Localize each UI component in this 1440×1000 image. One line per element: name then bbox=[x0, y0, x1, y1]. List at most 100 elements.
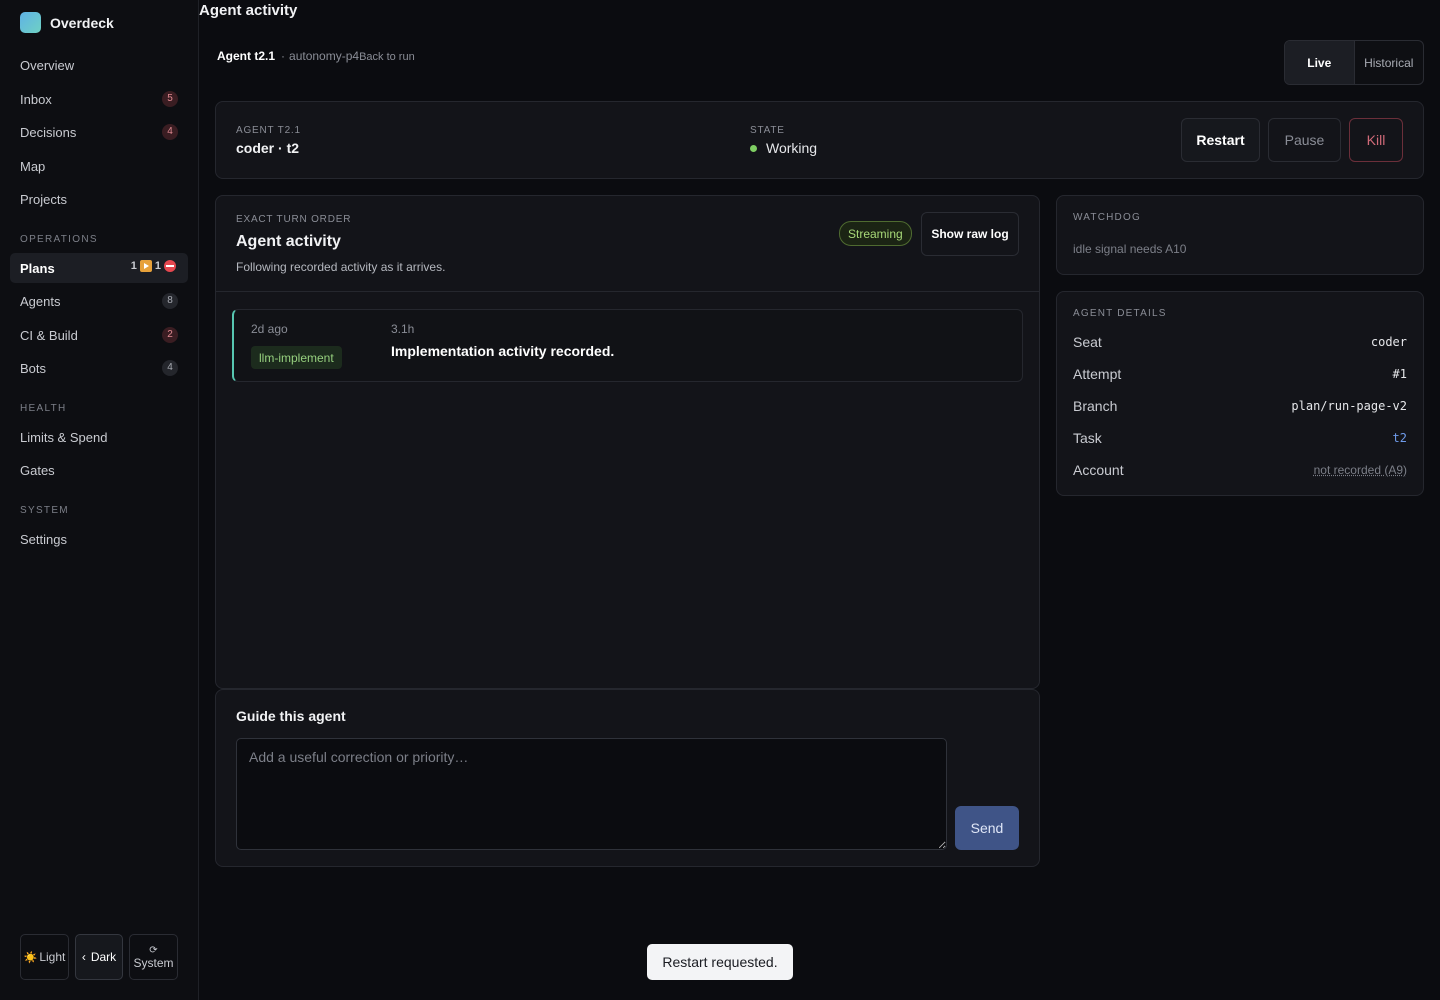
agent-details-card: AGENT DETAILS Seat coder Attempt #1 Bran… bbox=[1056, 291, 1424, 496]
event-description: Implementation activity recorded. bbox=[391, 343, 615, 359]
restart-button[interactable]: Restart bbox=[1181, 118, 1260, 162]
kill-button[interactable]: Kill bbox=[1349, 118, 1403, 162]
detail-key: Branch bbox=[1073, 398, 1118, 414]
ci-build-count-badge: 2 bbox=[162, 327, 178, 343]
plans-status: 1 1 bbox=[131, 260, 176, 272]
blocked-icon bbox=[164, 260, 176, 272]
brand[interactable]: Overdeck bbox=[20, 12, 114, 33]
sidebar-item-map[interactable]: Map bbox=[10, 151, 188, 181]
sidebar-item-label: Settings bbox=[20, 531, 67, 547]
breadcrumb: Agent t2.1 · autonomy-p4 Back to run bbox=[217, 49, 415, 63]
sun-icon: ☀️ bbox=[23, 951, 38, 964]
agent-role-value: coder · t2 bbox=[236, 140, 300, 156]
sidebar-item-label: Overview bbox=[20, 57, 75, 73]
moon-icon: ‹ bbox=[81, 950, 86, 964]
bots-count-badge: 4 bbox=[162, 360, 178, 376]
state-value: Working bbox=[750, 140, 817, 156]
plans-blocked-count: 1 bbox=[154, 260, 161, 272]
breadcrumb-agent: Agent t2.1 bbox=[217, 49, 276, 63]
overdeck-logo-icon bbox=[20, 12, 41, 33]
show-raw-log-button[interactable]: Show raw log bbox=[921, 212, 1019, 256]
watchdog-text: idle signal needs A10 bbox=[1073, 242, 1187, 256]
detail-row-account: Account not recorded (A9) bbox=[1073, 462, 1407, 478]
sidebar-item-settings[interactable]: Settings bbox=[10, 524, 188, 554]
agent-details-label: AGENT DETAILS bbox=[1073, 308, 1167, 319]
sidebar-item-label: CI & Build bbox=[20, 327, 78, 343]
detail-row-attempt: Attempt #1 bbox=[1073, 366, 1407, 382]
task-link[interactable]: t2 bbox=[1393, 431, 1407, 445]
activity-title: Agent activity bbox=[236, 233, 341, 250]
sidebar: Overdeck Overview Inbox 5 Decisions 4 Ma… bbox=[0, 0, 199, 1000]
event-duration: 3.1h bbox=[391, 322, 415, 336]
brand-name: Overdeck bbox=[50, 14, 114, 31]
send-button[interactable]: Send bbox=[955, 806, 1019, 850]
event-type-tag: llm-implement bbox=[251, 346, 342, 369]
sidebar-item-label: Map bbox=[20, 158, 46, 174]
sidebar-item-gates[interactable]: Gates bbox=[10, 455, 188, 485]
guide-input[interactable] bbox=[236, 738, 947, 850]
state-dot-icon bbox=[750, 144, 757, 152]
sidebar-item-label: Plans bbox=[20, 260, 55, 276]
toast-notification: Restart requested. bbox=[647, 944, 793, 980]
detail-key: Account bbox=[1073, 462, 1124, 478]
detail-value[interactable]: not recorded (A9) bbox=[1314, 463, 1407, 477]
agent-id-label: AGENT T2.1 bbox=[236, 125, 301, 136]
activity-event[interactable]: 2d ago llm-implement 3.1h Implementation… bbox=[232, 309, 1023, 382]
state-label: STATE bbox=[750, 125, 785, 136]
sidebar-item-label: Projects bbox=[20, 191, 67, 207]
breadcrumb-plan[interactable]: autonomy-p4 bbox=[289, 49, 359, 63]
detail-key: Task bbox=[1073, 430, 1102, 446]
sidebar-item-overview[interactable]: Overview bbox=[10, 50, 188, 80]
sidebar-item-agents[interactable]: Agents 8 bbox=[10, 286, 188, 316]
detail-value: plan/run-page-v2 bbox=[1291, 399, 1407, 413]
running-icon bbox=[139, 260, 152, 272]
mode-historical-button[interactable]: Historical bbox=[1355, 41, 1424, 84]
activity-card: EXACT TURN ORDER Agent activity Followin… bbox=[215, 195, 1040, 689]
theme-light-label: Light bbox=[39, 950, 66, 964]
sidebar-item-label: Bots bbox=[20, 360, 47, 376]
guide-card: Guide this agent Send bbox=[215, 689, 1040, 867]
theme-system-button[interactable]: ⟳ System bbox=[129, 934, 178, 980]
sidebar-item-plans[interactable]: Plans 1 1 bbox=[10, 253, 188, 283]
plans-running-count: 1 bbox=[130, 260, 137, 272]
sidebar-item-limits-spend[interactable]: Limits & Spend bbox=[10, 422, 188, 452]
detail-value: #1 bbox=[1392, 367, 1407, 381]
theme-dark-button[interactable]: ‹ Dark bbox=[75, 934, 123, 980]
state-text: Working bbox=[766, 140, 818, 156]
activity-eyebrow: EXACT TURN ORDER bbox=[236, 214, 352, 225]
sidebar-item-projects[interactable]: Projects bbox=[10, 184, 188, 214]
system-icon: ⟳ bbox=[149, 944, 158, 956]
theme-system-label: System bbox=[133, 955, 174, 970]
detail-row-task: Task t2 bbox=[1073, 430, 1407, 446]
sidebar-item-ci-build[interactable]: CI & Build 2 bbox=[10, 320, 188, 350]
guide-title: Guide this agent bbox=[236, 708, 346, 724]
activity-subtitle: Following recorded activity as it arrive… bbox=[236, 260, 446, 274]
sidebar-item-label: Inbox bbox=[20, 91, 52, 107]
sidebar-item-inbox[interactable]: Inbox 5 bbox=[10, 84, 188, 114]
sidebar-item-label: Decisions bbox=[20, 124, 77, 140]
theme-dark-label: Dark bbox=[90, 950, 117, 964]
theme-switcher: ☀️ Light ‹ Dark ⟳ System bbox=[20, 934, 178, 980]
event-time-ago: 2d ago bbox=[251, 322, 288, 336]
sidebar-item-label: Agents bbox=[20, 293, 61, 309]
detail-row-seat: Seat coder bbox=[1073, 334, 1407, 350]
watchdog-card: WATCHDOG idle signal needs A10 bbox=[1056, 195, 1424, 275]
section-label-operations: OPERATIONS bbox=[20, 234, 98, 245]
activity-divider bbox=[216, 291, 1039, 292]
watchdog-label: WATCHDOG bbox=[1073, 212, 1141, 223]
pause-button[interactable]: Pause bbox=[1268, 118, 1341, 162]
streaming-status-badge: Streaming bbox=[839, 221, 912, 246]
mode-live-button[interactable]: Live bbox=[1285, 41, 1355, 84]
sidebar-item-bots[interactable]: Bots 4 bbox=[10, 353, 188, 383]
sidebar-item-label: Limits & Spend bbox=[20, 429, 108, 445]
detail-row-branch: Branch plan/run-page-v2 bbox=[1073, 398, 1407, 414]
back-to-run-link[interactable]: Back to run bbox=[359, 51, 415, 63]
sidebar-item-decisions[interactable]: Decisions 4 bbox=[10, 117, 188, 147]
sidebar-item-label: Gates bbox=[20, 462, 55, 478]
detail-key: Attempt bbox=[1073, 366, 1122, 382]
section-label-system: SYSTEM bbox=[20, 505, 69, 516]
theme-light-button[interactable]: ☀️ Light bbox=[20, 934, 69, 980]
breadcrumb-separator: · bbox=[281, 49, 286, 63]
detail-key: Seat bbox=[1073, 334, 1102, 350]
decisions-count-badge: 4 bbox=[162, 124, 178, 140]
